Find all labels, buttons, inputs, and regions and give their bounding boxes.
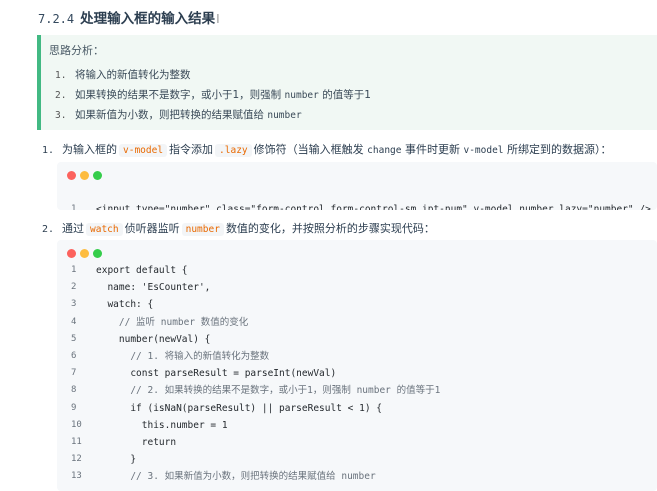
tip-item-text: 将输入的新值转化为整数 [75,69,191,81]
line-number: 11 [71,437,82,447]
line-number: 1 [71,204,77,210]
code-text: const parseResult = parseInt(newVal) [96,368,337,380]
maximize-dot-icon [93,171,102,180]
line-number: 4 [71,316,77,327]
line-number: 3 [71,299,77,310]
section-number: 7.2.4 [38,12,75,26]
section-heading: 7.2.4 处理输入框的输入结果I [38,7,220,27]
plain-code: v-model [463,145,504,156]
line-number: 7 [71,368,77,379]
inline-code: .lazy [215,144,252,157]
maximize-dot-icon [93,249,102,258]
tip-item-index: 3. [55,110,67,121]
line-number: 8 [71,385,77,396]
tip-item: 2. 如果转换的结果不是数字，或小于1，则强制 number 的值等于1 [55,87,371,102]
plain-code: change [367,145,402,156]
line-number: 6 [71,351,77,361]
inline-code: watch [86,223,123,236]
step-index: 2. [42,224,55,235]
line-number: 2 [71,282,77,293]
line-number: 1 [71,265,77,275]
tip-item: 1. 将输入的新值转化为整数 [55,67,191,82]
code-text: // 2. 如果转换的结果不是数字，或小于1，则强制 number 的值等于1 [96,385,441,397]
close-dot-icon [67,249,76,258]
code-line: 1 <input type="number" class="form-contro… [57,184,651,210]
step-text: 修饰符（当输入框触发 [253,143,368,156]
code-text: if (isNaN(parseResult) || parseResult < … [96,402,382,414]
code-text: // 3. 如果新值为小数，则把转换的结果赋值给 number [96,471,376,483]
code-text: return [96,437,177,448]
close-dot-icon [67,171,76,180]
analysis-tip-box: 思路分析： 1. 将输入的新值转化为整数 2. 如果转换的结果不是数字，或小于1，则… [37,35,657,130]
minimize-dot-icon [80,249,89,258]
tip-item-text: 如果新值为小数，则把转换的结果赋值给 [75,109,268,121]
inline-code: v-model [119,144,168,157]
inline-code: number [181,223,224,236]
section-title: 处理输入框的输入结果 [80,11,216,27]
code-text: export default { [96,265,188,276]
line-number: 5 [71,333,77,344]
step-text: 数值的变化，并按照分析的步骤实现代码： [225,222,435,235]
minimize-dot-icon [80,171,89,180]
code-text: this.number = 1 [96,419,228,431]
tip-item-code: number [284,90,319,101]
tip-item-index: 2. [55,90,67,101]
step-text: 事件时更新 [401,143,464,156]
code-text: // 1. 将输入的新值转化为整数 [96,351,270,362]
text-cursor-icon: I [216,12,220,26]
code-block-2[interactable]: 1 export default { 2 name: 'EsCounter', 3 w… [57,240,657,491]
step-text: 指令添加 [169,143,214,156]
step-2-text: 2. 通过 watch 侦听器监听 number 数值的变化，并按照分析的步骤实现代码： [42,220,435,236]
step-text: 为输入框的 [62,143,117,156]
code-text: <input type="number" class="form-control… [96,204,651,210]
step-text: 所绑定到的数据源）： [503,143,612,156]
code-text: watch: { [96,299,154,311]
tip-item-text: 的值等于1 [318,89,371,101]
line-number: 9 [71,402,77,413]
tip-item: 3. 如果新值为小数，则把转换的结果赋值给 number [55,107,302,122]
line-number: 13 [71,471,82,482]
tip-item-text: 如果转换的结果不是数字，或小于1，则强制 [75,89,285,101]
code-text: number(newVal) { [96,333,211,345]
step-text: 侦听器监听 [124,222,180,235]
tip-title: 思路分析： [49,44,104,57]
step-index: 1. [42,145,55,156]
step-text: 通过 [62,222,84,235]
line-number: 10 [71,419,82,430]
line-number: 12 [71,454,82,465]
tip-item-code: number [267,110,302,121]
code-text: } [96,454,137,466]
code-block-1[interactable]: 1 <input type="number" class="form-contro… [57,162,657,210]
step-1-text: 1. 为输入框的 v-model 指令添加 .lazy 修饰符（当输入框触发 change… [42,141,612,157]
code-text: // 监听 number 数值的变化 [96,316,249,328]
tip-item-index: 1. [55,70,67,81]
code-text: name: 'EsCounter', [96,282,211,294]
